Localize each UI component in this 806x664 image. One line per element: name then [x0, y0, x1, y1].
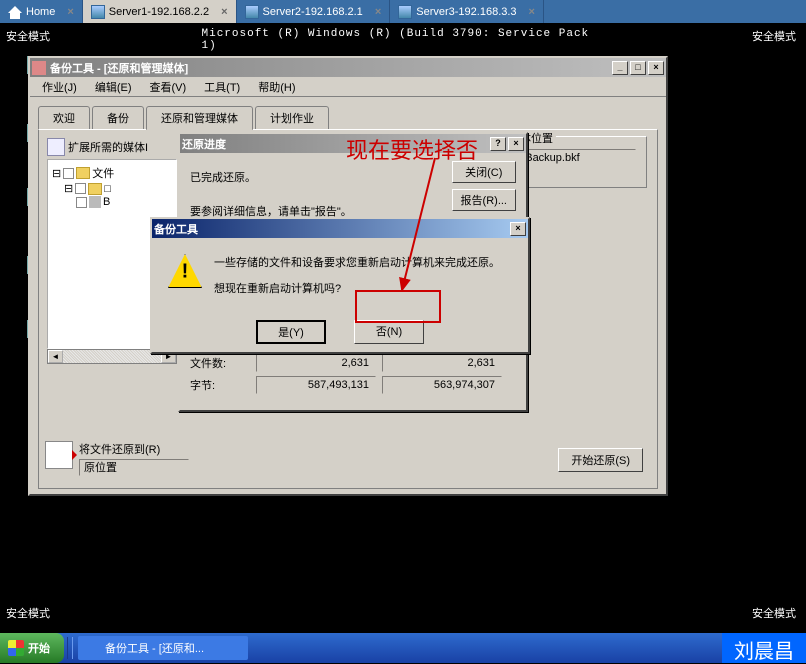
- close-button[interactable]: ×: [510, 222, 526, 236]
- tab-server2[interactable]: Server2-192.168.2.1×: [237, 0, 391, 23]
- tree-title: 扩展所需的媒体I: [68, 139, 148, 155]
- start-restore-button[interactable]: 开始还原(S): [558, 448, 643, 472]
- start-button[interactable]: 开始: [0, 633, 64, 663]
- tab-server1[interactable]: Server1-192.168.2.2×: [83, 0, 237, 23]
- files-processed: 2,631: [256, 354, 376, 372]
- help-button[interactable]: ?: [490, 137, 506, 151]
- report-btn[interactable]: 报告(R)...: [452, 189, 516, 211]
- safemode-label: 安全模式: [752, 605, 796, 621]
- safemode-label: 安全模式: [752, 28, 796, 44]
- maximize-button[interactable]: □: [630, 61, 646, 75]
- session-tabs: Home× Server1-192.168.2.2× Server2-192.1…: [0, 0, 806, 23]
- restore-to: 将文件还原到(R) 原位置: [45, 441, 189, 476]
- windows-flag-icon: [8, 640, 24, 656]
- restore-to-label: 将文件还原到(R): [79, 441, 189, 457]
- server-icon: [398, 5, 412, 19]
- menu-help[interactable]: 帮助(H): [250, 77, 303, 97]
- close-icon[interactable]: ×: [221, 6, 227, 18]
- msg-line1: 一些存储的文件和设备要求您重新启动计算机来完成还原。: [214, 254, 500, 270]
- scroll-left-icon[interactable]: ◄: [48, 350, 63, 363]
- no-button[interactable]: 否(N): [354, 320, 424, 344]
- restore-to-value[interactable]: 原位置: [79, 459, 189, 476]
- close-button[interactable]: ×: [648, 61, 664, 75]
- server-icon: [245, 5, 259, 19]
- os-build-title: Microsoft (R) Windows (R) (Build 3790: S…: [202, 28, 605, 52]
- home-icon: [8, 5, 22, 19]
- yes-button[interactable]: 是(Y): [256, 320, 326, 344]
- server-icon: [91, 5, 105, 19]
- tab-server3[interactable]: Server3-192.168.3.3×: [390, 0, 544, 23]
- files-label: 文件数:: [190, 355, 250, 371]
- bytes-label: 字节:: [190, 377, 250, 393]
- close-button[interactable]: ×: [508, 137, 524, 151]
- dialog-title: 还原进度: [182, 136, 226, 152]
- bytes-estimate: 563,974,307: [382, 376, 502, 394]
- media-icon: [47, 138, 65, 156]
- tab-backup[interactable]: 备份: [92, 106, 144, 130]
- watermark: 刘晨昌: [722, 633, 806, 663]
- taskbar: 开始 备份工具 - [还原和...: [0, 633, 806, 663]
- annotation-text: 现在要选择否: [346, 133, 478, 165]
- bytes-processed: 587,493,131: [256, 376, 376, 394]
- menu-edit[interactable]: 编辑(E): [87, 77, 140, 97]
- app-icon: [86, 641, 100, 655]
- restart-msgbox: 备份工具 × 一些存储的文件和设备要求您重新启动计算机来完成还原。 想现在重新启…: [150, 217, 530, 354]
- app-icon: [32, 61, 46, 75]
- taskbar-item[interactable]: 备份工具 - [还原和...: [78, 636, 248, 660]
- titlebar[interactable]: 备份工具 - [还原和管理媒体] _ □ ×: [30, 58, 666, 77]
- tab-home[interactable]: Home×: [0, 0, 83, 23]
- window-title: 备份工具 - [还原和管理媒体]: [50, 60, 188, 76]
- tab-restore[interactable]: 还原和管理媒体: [146, 106, 253, 130]
- titlebar[interactable]: 备份工具 ×: [152, 219, 528, 238]
- safemode-label: 安全模式: [6, 28, 50, 44]
- msg-line2: 想现在重新启动计算机吗?: [214, 280, 500, 296]
- menu-job[interactable]: 作业(J): [34, 77, 85, 97]
- tab-strip: 欢迎 备份 还原和管理媒体 计划作业: [38, 106, 658, 130]
- dialog-title: 备份工具: [154, 221, 198, 237]
- tab-schedule[interactable]: 计划作业: [255, 106, 329, 130]
- menu-tools[interactable]: 工具(T): [196, 77, 248, 97]
- safemode-label: 安全模式: [6, 605, 50, 621]
- menu-view[interactable]: 查看(V): [142, 77, 195, 97]
- close-icon[interactable]: ×: [529, 6, 535, 18]
- minimize-button[interactable]: _: [612, 61, 628, 75]
- close-icon[interactable]: ×: [375, 6, 381, 18]
- close-icon[interactable]: ×: [67, 6, 73, 18]
- menubar: 作业(J) 编辑(E) 查看(V) 工具(T) 帮助(H): [30, 77, 666, 97]
- warning-icon: [168, 254, 202, 288]
- tab-welcome[interactable]: 欢迎: [38, 106, 90, 130]
- files-estimate: 2,631: [382, 354, 502, 372]
- restore-icon: [45, 441, 73, 469]
